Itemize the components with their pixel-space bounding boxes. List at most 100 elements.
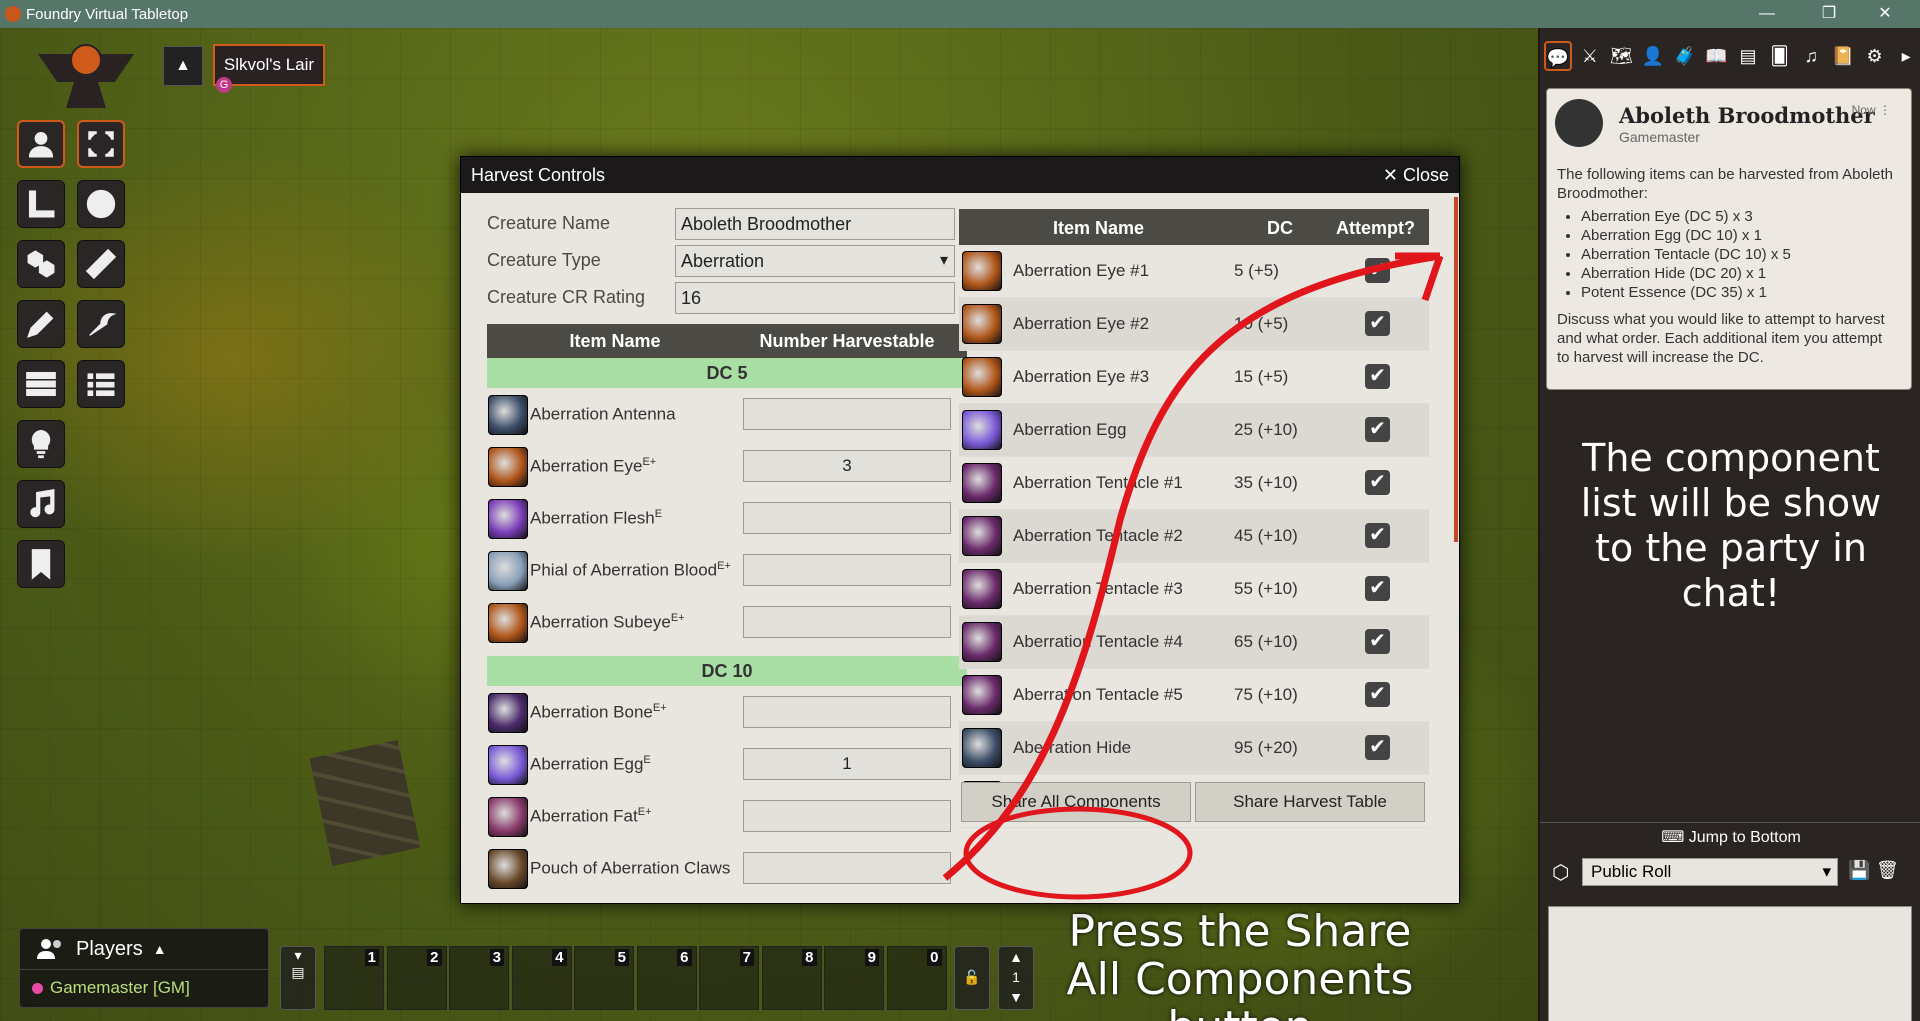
attempt-checkbox[interactable]: ✔ [1365,523,1390,548]
macro-slot-number: 5 [614,949,629,966]
jump-to-bottom-button[interactable]: ⌨ Jump to Bottom [1540,822,1920,850]
window-header[interactable]: Harvest Controls ✕ Close [461,157,1459,193]
number-harvestable-field[interactable]: 1 [743,748,951,780]
walls-icon[interactable] [17,360,65,408]
navigation-toggle-button[interactable]: ▲ [163,46,203,86]
journal-tab-icon[interactable]: 📖 [1703,41,1731,71]
number-harvestable-field[interactable] [743,502,951,534]
roll-mode-select[interactable]: Public Roll [1582,858,1838,886]
number-harvestable-field[interactable] [743,852,951,884]
collapse-sidebar-icon[interactable]: ▸ [1892,41,1920,71]
attempt-checkbox[interactable]: ✔ [1365,417,1390,442]
lighting-icon[interactable] [77,300,125,348]
d20-icon[interactable]: ⬡ [1552,860,1569,885]
compendium-tab-icon[interactable]: 📔 [1829,41,1857,71]
attempt-checkbox[interactable]: ✔ [1365,735,1390,760]
token-controls-icon[interactable] [17,120,65,168]
scenes-tab-icon[interactable]: 🗺 [1608,41,1636,71]
attempt-checkbox[interactable]: ✔ [1365,311,1390,336]
macro-slot[interactable]: 2 [386,946,447,1010]
minimize-button[interactable]: — [1744,0,1790,28]
macro-slot[interactable]: 8 [761,946,822,1010]
macro-slot[interactable]: 9 [824,946,884,1010]
player-name: Gamemaster [GM] [50,977,190,997]
number-harvestable-field[interactable] [743,606,951,638]
item-name: Aberration Tentacle #1 [1013,473,1183,492]
attempt-checkbox[interactable]: ✔ [1365,682,1390,707]
measure-icon[interactable] [17,180,65,228]
tables-tab-icon[interactable]: ▤ [1734,41,1762,71]
attempt-checkbox[interactable]: ✔ [1365,470,1390,495]
share-all-components-button[interactable]: Share All Components [961,782,1191,822]
macro-slot[interactable]: 1 [324,946,384,1010]
chat-message-input[interactable] [1548,906,1912,1021]
close-window-button[interactable]: ✕ [1862,0,1908,28]
bookmark-icon[interactable] [17,540,65,588]
macro-slot[interactable]: 4 [511,946,572,1010]
lightbulb-icon[interactable] [17,420,65,468]
number-harvestable-field[interactable] [743,696,951,728]
col-item-name: Item Name [569,330,661,351]
hotbar-page-control[interactable]: ▲ 1 ▼ [998,946,1034,1010]
chat-tab-icon[interactable]: 💬 [1544,41,1572,71]
users-icon [37,939,61,959]
maximize-button[interactable]: ❐ [1806,0,1852,28]
list-icon[interactable] [77,360,125,408]
col-number-harvestable: Number Harvestable [759,330,935,351]
annotation-caption-bottom: Press the Share All Components button [1066,906,1414,1021]
scrollbar[interactable] [1454,197,1458,542]
attempt-checkbox[interactable]: ✔ [1365,629,1390,654]
macro-slot-number: 4 [552,949,567,966]
share-harvest-table-button[interactable]: Share Harvest Table [1195,782,1425,822]
harvestable-row: Pouch of Aberration Claws [487,842,967,894]
hotbar-menu-button[interactable]: ▾ ▤ [280,946,316,1010]
message-timestamp: Now ⋮ [1851,103,1891,117]
macro-slot[interactable]: 5 [574,946,634,1010]
foundry-logo[interactable] [38,44,134,108]
ruler-icon[interactable] [77,240,125,288]
creature-name-row: Creature Name Aboleth Broodmother [487,205,967,242]
attempt-checkbox[interactable]: ✔ [1365,364,1390,389]
item-icon [962,251,1002,291]
close-button[interactable]: ✕ Close [1383,157,1449,193]
cards-tab-icon[interactable]: 🂠 [1766,41,1794,71]
lock-icon[interactable]: 🔓 [954,946,990,1010]
cr-rating-field[interactable]: 16 [675,281,955,314]
attempt-checkbox[interactable]: ✔ [1365,258,1390,283]
item-name: Aberration Tentacle #2 [1013,526,1183,545]
number-harvestable-field[interactable] [743,398,951,430]
macro-slot[interactable]: 7 [699,946,759,1010]
creature-name-field[interactable]: Aboleth Broodmother [675,207,955,240]
harvestable-row: Aberration EyeE+ 3 [487,440,967,492]
macro-hotbar[interactable]: ▾ ▤ 1 2 3 4 5 6 7 8 9 0 🔓 ▲ 1 ▼ [280,946,1034,1012]
number-harvestable-field[interactable]: 3 [743,450,951,482]
scene-nav-item[interactable]: Slkvol's Lair G [213,44,325,93]
creature-type-select[interactable]: Aberration [675,244,955,277]
macro-slot[interactable]: 3 [449,946,509,1010]
attempt-checkbox[interactable]: ✔ [1365,576,1390,601]
combat-tab-icon[interactable]: ⚔ [1576,41,1604,71]
macro-slot[interactable]: 6 [636,946,697,1010]
item-dc: 10 (+5) [1234,314,1289,333]
settings-tab-icon[interactable]: ⚙ [1861,41,1889,71]
trash-icon[interactable]: 🗑 [1876,860,1899,881]
tiles-icon[interactable] [17,240,65,288]
players-list[interactable]: Players ▲ Gamemaster [GM] [19,928,269,1008]
target-icon[interactable] [77,180,125,228]
window-title: Harvest Controls [471,164,606,185]
number-harvestable-field[interactable] [743,800,951,832]
actors-tab-icon[interactable]: 👤 [1639,41,1667,71]
item-name: Aberration Eye #1 [1013,261,1150,280]
playlists-tab-icon[interactable]: ♫ [1797,41,1825,71]
item-dc: 45 (+10) [1234,526,1298,545]
music-note-icon[interactable] [17,480,65,528]
items-tab-icon[interactable]: 🧳 [1671,41,1699,71]
save-icon[interactable]: 💾 [1848,860,1870,881]
drawing-pencil-icon[interactable] [17,300,65,348]
macro-slot[interactable]: 0 [886,946,947,1010]
select-targets-icon[interactable] [77,120,125,168]
chevron-up-icon[interactable]: ▲ [153,941,167,957]
players-header[interactable]: Players ▲ [20,929,268,969]
number-harvestable-field[interactable] [743,554,951,586]
sidebar: 💬 ⚔ 🗺 👤 🧳 📖 ▤ 🂠 ♫ 📔 ⚙ ▸ Aboleth Broodmot… [1538,28,1920,1021]
